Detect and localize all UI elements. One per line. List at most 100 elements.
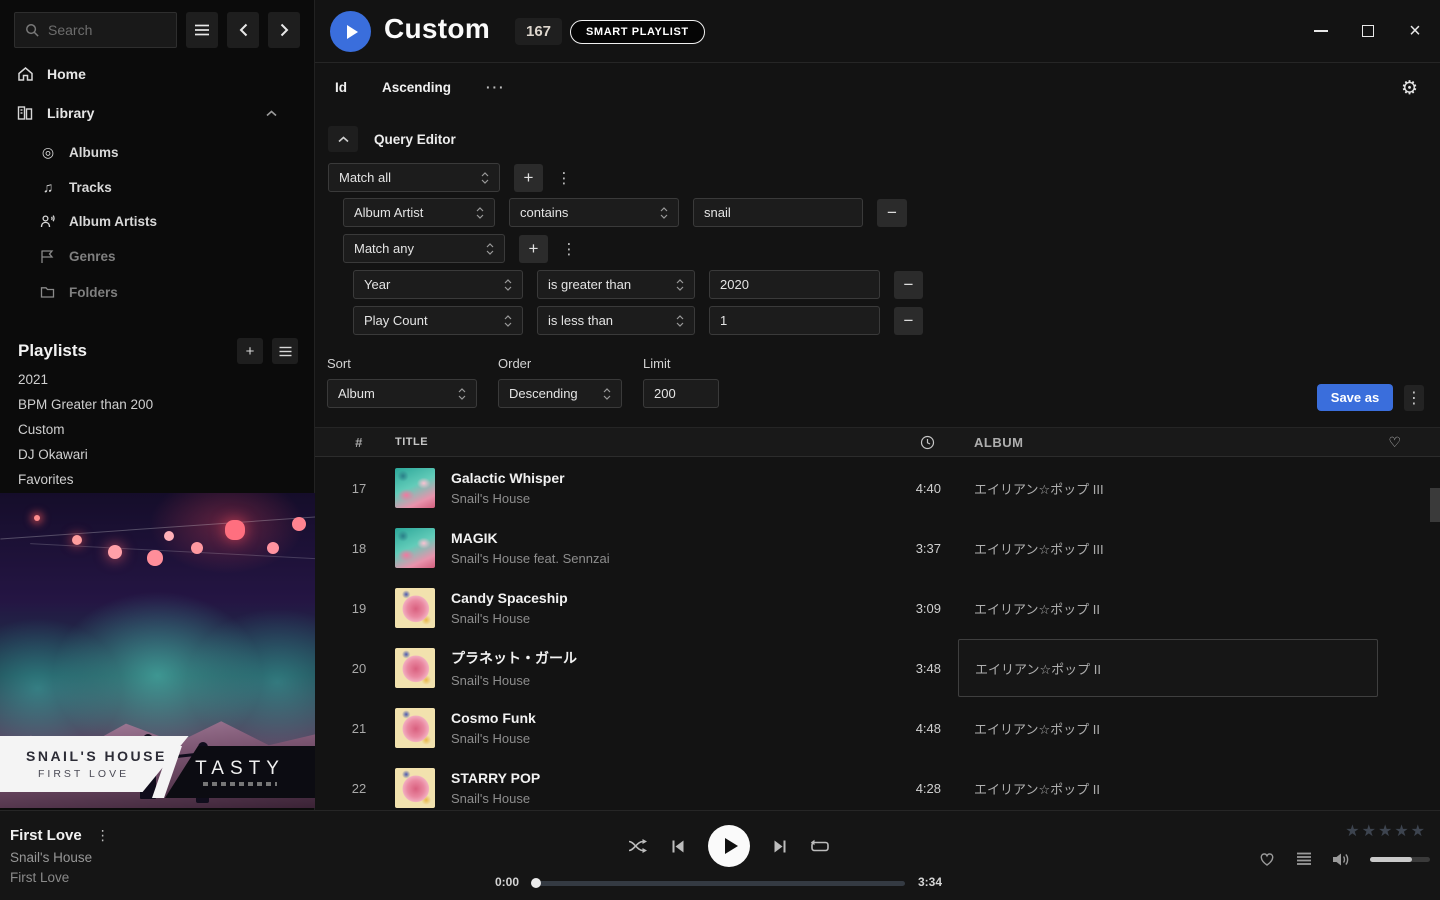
scrollbar-thumb[interactable]: [1430, 488, 1440, 522]
playlist-item[interactable]: 2021: [18, 372, 48, 387]
track-row[interactable]: 17 Galactic Whisper Snail's House 4:40 エ…: [315, 458, 1440, 518]
sort-select[interactable]: Album: [327, 379, 477, 408]
rule-value-input[interactable]: [720, 277, 869, 292]
track-album[interactable]: エイリアン☆ポップ III: [958, 459, 1378, 517]
progress-handle[interactable]: [531, 878, 541, 888]
column-favorite[interactable]: ♡: [1378, 434, 1412, 451]
rule-operator-select[interactable]: contains: [509, 198, 679, 227]
remove-rule-button[interactable]: −: [877, 199, 907, 227]
remove-rule-button[interactable]: −: [894, 307, 923, 335]
limit-field[interactable]: [643, 379, 719, 408]
collapse-query-editor-button[interactable]: [328, 126, 358, 152]
match-type-select[interactable]: Match all: [328, 163, 500, 192]
rule-field-select[interactable]: Year: [353, 270, 523, 299]
play-playlist-button[interactable]: [330, 11, 371, 52]
track-row[interactable]: 18 MAGIK Snail's House feat. Sennzai 3:3…: [315, 518, 1440, 578]
track-row[interactable]: 22 STARRY POP Snail's House 4:28 エイリアン☆ポ…: [315, 758, 1440, 810]
sidebar-item-folders[interactable]: Folders: [40, 285, 118, 300]
group-options-icon[interactable]: ⋮: [562, 240, 576, 258]
star-icon[interactable]: ★: [1345, 821, 1359, 841]
rule-field-select[interactable]: Play Count: [353, 306, 523, 335]
track-duration: 4:40: [861, 481, 941, 496]
repeat-button[interactable]: [810, 839, 830, 854]
sidebar-item-albums[interactable]: ◎ Albums: [40, 144, 119, 161]
star-icon[interactable]: ★: [1362, 821, 1376, 841]
track-row[interactable]: 19 Candy Spaceship Snail's House 3:09 エイ…: [315, 578, 1440, 638]
favorite-button[interactable]: [1258, 851, 1276, 867]
now-playing-artist[interactable]: Snail's House: [10, 850, 92, 865]
rule-value-input[interactable]: [720, 313, 869, 328]
volume-slider[interactable]: [1370, 857, 1430, 862]
volume-button[interactable]: [1332, 852, 1350, 867]
previous-button[interactable]: [671, 839, 685, 854]
now-playing-artwork[interactable]: SNAIL'S HOUSE FIRST LOVE TASTY: [0, 493, 315, 808]
rule-field-select[interactable]: Album Artist: [343, 198, 495, 227]
star-icon[interactable]: ★: [1394, 821, 1408, 841]
add-rule-button[interactable]: +: [519, 235, 548, 263]
playlist-item[interactable]: Custom: [18, 422, 65, 437]
track-album[interactable]: エイリアン☆ポップ III: [958, 519, 1378, 577]
playlist-item[interactable]: BPM Greater than 200: [18, 397, 153, 412]
rating-stars[interactable]: ★★★★★: [1345, 821, 1425, 841]
save-as-button[interactable]: Save as: [1317, 384, 1393, 411]
nav-back-button[interactable]: [227, 12, 259, 48]
track-row[interactable]: 21 Cosmo Funk Snail's House 4:48 エイリアン☆ポ…: [315, 698, 1440, 758]
rule-value-field[interactable]: [709, 270, 880, 299]
rule-value-field[interactable]: [693, 198, 863, 227]
column-title[interactable]: TITLE: [395, 436, 428, 448]
sidebar-item-label: Album Artists: [69, 214, 157, 229]
track-album[interactable]: エイリアン☆ポップ II: [958, 759, 1378, 810]
sidebar-item-tracks[interactable]: ♫ Tracks: [40, 179, 112, 195]
search-input[interactable]: [48, 22, 158, 38]
track-options-icon[interactable]: ⋮: [96, 827, 110, 844]
playlist-item[interactable]: DJ Okawari: [18, 447, 88, 462]
playlist-item[interactable]: Favorites: [18, 472, 74, 487]
updown-icon: [504, 314, 512, 328]
limit-input[interactable]: [654, 386, 708, 401]
select-value: is less than: [548, 313, 613, 328]
sort-direction-button[interactable]: Ascending: [382, 80, 451, 95]
remove-rule-button[interactable]: −: [894, 271, 923, 299]
maximize-button[interactable]: [1357, 20, 1379, 42]
add-rule-button[interactable]: +: [514, 164, 543, 192]
next-button[interactable]: [773, 839, 787, 854]
minimize-button[interactable]: [1310, 20, 1332, 42]
play-button[interactable]: [708, 825, 750, 867]
sidebar-item-genres[interactable]: Genres: [40, 249, 116, 264]
sort-field-button[interactable]: Id: [335, 80, 347, 95]
star-icon[interactable]: ★: [1378, 821, 1392, 841]
menu-button[interactable]: [186, 12, 218, 48]
nav-forward-button[interactable]: [268, 12, 300, 48]
save-options-icon[interactable]: ⋮: [1404, 385, 1424, 411]
sidebar-item-home[interactable]: Home: [16, 66, 86, 82]
chevron-up-icon[interactable]: [266, 110, 277, 117]
playlist-list-button[interactable]: [272, 338, 298, 364]
rule-operator-select[interactable]: is greater than: [537, 270, 695, 299]
track-album-focused[interactable]: エイリアン☆ポップ II: [958, 639, 1378, 697]
progress-bar[interactable]: [535, 881, 905, 886]
search-box[interactable]: [14, 12, 177, 48]
sidebar-item-album-artists[interactable]: Album Artists: [40, 214, 157, 229]
close-button[interactable]: ×: [1404, 20, 1426, 42]
rule-value-input[interactable]: [704, 205, 852, 220]
column-number[interactable]: #: [339, 435, 379, 450]
sidebar-item-library[interactable]: Library: [16, 105, 299, 121]
order-select[interactable]: Descending: [498, 379, 622, 408]
track-row[interactable]: 20 プラネット・ガール Snail's House 3:48 エイリアン☆ポッ…: [315, 638, 1440, 698]
match-type-select[interactable]: Match any: [343, 234, 505, 263]
track-album[interactable]: エイリアン☆ポップ II: [958, 579, 1378, 637]
more-options-button[interactable]: ···: [486, 80, 506, 95]
track-album[interactable]: エイリアン☆ポップ II: [958, 699, 1378, 757]
column-duration[interactable]: [861, 435, 941, 450]
now-playing-title[interactable]: First Love: [10, 827, 82, 844]
star-icon[interactable]: ★: [1411, 821, 1425, 841]
now-playing-album[interactable]: First Love: [10, 870, 69, 885]
group-options-icon[interactable]: ⋮: [557, 169, 571, 187]
queue-button[interactable]: [1296, 852, 1312, 866]
rule-operator-select[interactable]: is less than: [537, 306, 695, 335]
settings-gear-icon[interactable]: ⚙: [1401, 77, 1418, 100]
column-album[interactable]: ALBUM: [958, 435, 1378, 450]
shuffle-button[interactable]: [628, 838, 648, 854]
add-playlist-button[interactable]: +: [237, 338, 263, 364]
rule-value-field[interactable]: [709, 306, 880, 335]
